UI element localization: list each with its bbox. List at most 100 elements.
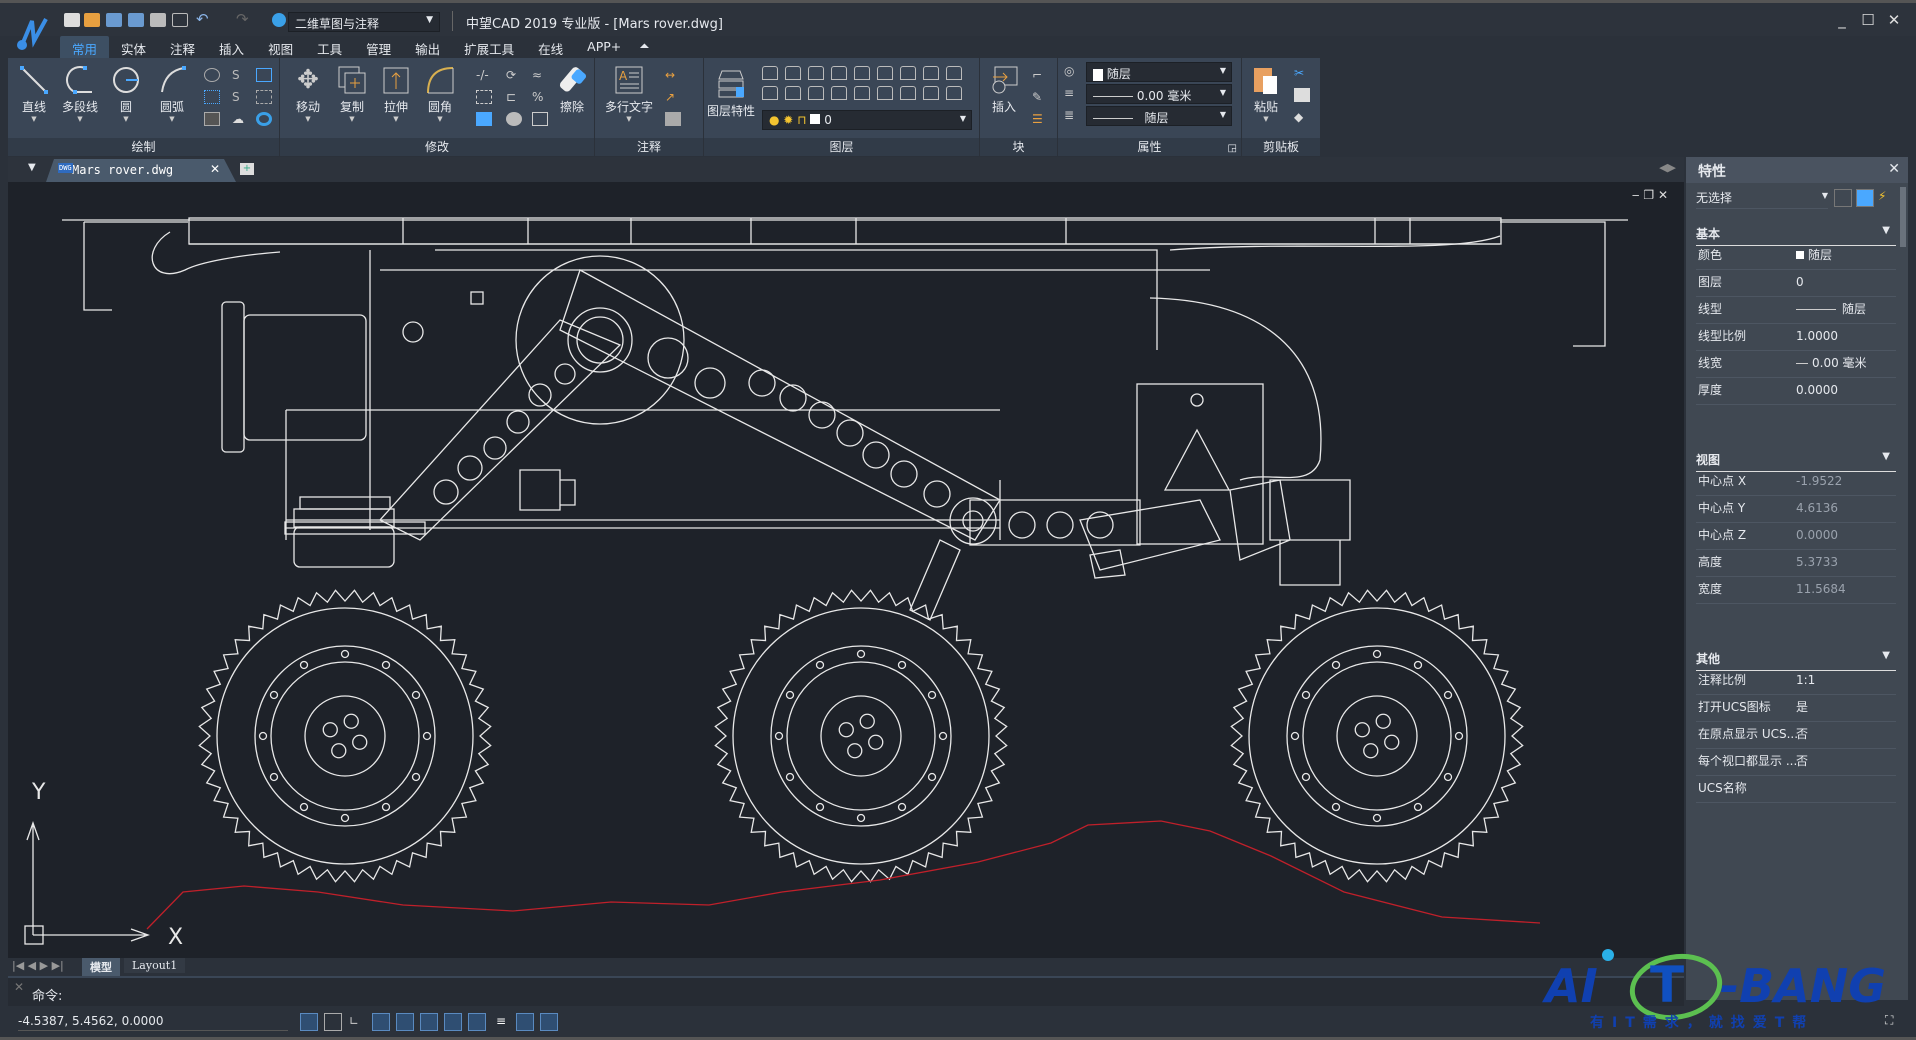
array-icon[interactable] — [476, 112, 492, 126]
dimension-icon[interactable]: ↔ — [665, 68, 681, 82]
offset-icon[interactable]: ≈ — [532, 68, 548, 82]
tab-insert[interactable]: 插入 — [207, 36, 256, 58]
property-row[interactable]: 图层 0 — [1696, 270, 1896, 297]
quick-select-icon[interactable]: ⚡ — [1878, 189, 1896, 207]
layer-tool-icon[interactable] — [854, 66, 870, 80]
property-row[interactable]: 厚度 0.0000 — [1696, 378, 1896, 405]
collapse-icon[interactable]: ▼ — [1882, 225, 1890, 236]
trim-icon[interactable]: -/- — [476, 68, 492, 82]
new-file-icon[interactable] — [64, 13, 80, 27]
layer-tool-icon[interactable] — [923, 86, 939, 100]
save-icon[interactable] — [106, 13, 122, 27]
property-row[interactable]: 中心点 Z 0.0000 — [1696, 523, 1896, 550]
collapse-ribbon-icon[interactable]: ⏶ — [633, 36, 655, 58]
layer-tool-icon[interactable] — [808, 66, 824, 80]
mtext-tool[interactable]: A 多行文字 ▼ — [601, 64, 657, 123]
open-file-icon[interactable] — [84, 13, 100, 27]
explode-icon[interactable] — [476, 90, 492, 104]
tab-online[interactable]: 在线 — [526, 36, 575, 58]
print-icon[interactable] — [150, 13, 166, 27]
layer-tool-icon[interactable] — [831, 66, 847, 80]
viewport-controls[interactable]: ‒ ❐ ✕ — [1632, 188, 1668, 202]
layer-tool-icon[interactable] — [831, 86, 847, 100]
drawing-canvas[interactable]: Y X ‒ ❐ ✕ — [8, 182, 1684, 958]
scrollbar[interactable] — [1900, 187, 1906, 247]
color-select[interactable]: 随层 ▼ — [1086, 62, 1232, 82]
layer-tool-icon[interactable] — [785, 86, 801, 100]
grid-toggle-icon[interactable] — [324, 1013, 342, 1031]
tab-solid[interactable]: 实体 — [109, 36, 158, 58]
tab-layout1[interactable]: Layout1 — [124, 958, 186, 973]
copy-clip-icon[interactable] — [1294, 88, 1310, 102]
ortho-toggle-icon[interactable]: ∟ — [348, 1013, 366, 1031]
match-properties-icon[interactable]: ◆ — [1294, 110, 1310, 124]
tab-scroll-arrows[interactable]: ◀▶ — [1659, 161, 1676, 174]
linetype-select[interactable]: 随层 ▼ — [1086, 106, 1232, 126]
dynamic-ucs-toggle-icon[interactable] — [444, 1013, 462, 1031]
selection-cycling-toggle-icon[interactable] — [540, 1013, 558, 1031]
point-icon[interactable] — [204, 90, 220, 104]
workspace-select[interactable]: 二维草图与注释 ▼ — [288, 12, 440, 32]
spline-icon[interactable]: S — [232, 68, 248, 82]
maximize-button[interactable]: ☐ — [1858, 11, 1878, 29]
tab-view[interactable]: 视图 — [256, 36, 305, 58]
toggle-pickadd-icon[interactable] — [1834, 189, 1852, 207]
tab-tools[interactable]: 工具 — [305, 36, 354, 58]
minimize-button[interactable]: _ — [1832, 11, 1852, 29]
donut-icon[interactable] — [204, 68, 220, 82]
property-row[interactable]: 中心点 X -1.9522 — [1696, 469, 1896, 496]
align-icon[interactable]: ⊏ — [506, 90, 522, 104]
property-row[interactable]: 线型比例 1.0000 — [1696, 324, 1896, 351]
tab-annotate[interactable]: 注释 — [158, 36, 207, 58]
leader-icon[interactable]: ↗ — [665, 90, 681, 104]
undo-icon[interactable]: ↶ — [196, 10, 209, 28]
lineweight-icon[interactable]: ≡ — [1064, 86, 1080, 100]
close-tab-icon[interactable]: ✕ — [210, 162, 220, 176]
layer-tool-icon[interactable] — [946, 66, 962, 80]
selection-select[interactable]: 无选择 ▼ — [1696, 189, 1828, 209]
select-objects-icon[interactable] — [1856, 189, 1874, 207]
collapse-icon[interactable]: ▼ — [1882, 650, 1890, 661]
property-row[interactable]: UCS名称 — [1696, 776, 1896, 803]
ring-icon[interactable] — [256, 112, 272, 126]
circle-tool[interactable]: 圆 ▼ — [106, 64, 146, 123]
plot-preview-icon[interactable] — [172, 13, 188, 27]
polyline-tool[interactable]: 多段线 ▼ — [60, 64, 100, 123]
copy-tool[interactable]: 复制 ▼ — [332, 64, 372, 123]
property-row[interactable]: 线型 随层 — [1696, 297, 1896, 324]
polar-toggle-icon[interactable] — [372, 1013, 390, 1031]
scale-icon[interactable]: % — [532, 90, 548, 104]
lineweight-toggle-icon[interactable]: ≡ — [492, 1013, 510, 1031]
layer-tool-icon[interactable] — [785, 66, 801, 80]
layer-tool-icon[interactable] — [808, 86, 824, 100]
property-row[interactable]: 颜色 随层 — [1696, 243, 1896, 270]
fillet-tool[interactable]: 圆角 ▼ — [420, 64, 460, 123]
tab-extensions[interactable]: 扩展工具 — [452, 36, 526, 58]
close-button[interactable]: ✕ — [1884, 11, 1904, 29]
snap-toggle-icon[interactable] — [300, 1013, 318, 1031]
layer-tool-icon[interactable] — [900, 66, 916, 80]
property-row[interactable]: 中心点 Y 4.6136 — [1696, 496, 1896, 523]
insert-block-tool[interactable]: 插入 — [984, 64, 1024, 115]
mirror-icon[interactable] — [506, 112, 522, 126]
layer-tool-icon[interactable] — [946, 86, 962, 100]
arc-tool[interactable]: 圆弧 ▼ — [152, 64, 192, 123]
hatch-icon[interactable] — [204, 112, 220, 126]
chamfer-icon[interactable] — [532, 112, 548, 126]
new-tab-icon[interactable]: + — [240, 163, 254, 175]
erase-tool[interactable]: 擦除 — [552, 64, 592, 115]
close-palette-icon[interactable]: ✕ — [1888, 161, 1900, 177]
cut-icon[interactable]: ✂ — [1294, 66, 1310, 80]
document-tab[interactable]: DWG Mars rover.dwg ✕ — [46, 159, 236, 182]
tab-list-dropdown-icon[interactable]: ▼ — [28, 162, 36, 173]
layer-tool-icon[interactable] — [762, 86, 778, 100]
move-tool[interactable]: ✥ 移动 ▼ — [288, 64, 328, 123]
boundary-icon[interactable] — [256, 90, 272, 104]
layer-tool-icon[interactable] — [923, 66, 939, 80]
layer-tool-icon[interactable] — [900, 86, 916, 100]
line-tool[interactable]: 直线 ▼ — [14, 64, 54, 123]
tab-app-plus[interactable]: APP+ — [575, 36, 633, 58]
rotate-icon[interactable]: ⟳ — [506, 68, 522, 82]
tab-home[interactable]: 常用 — [60, 36, 110, 58]
attribute-icon[interactable]: ☰ — [1032, 112, 1048, 126]
